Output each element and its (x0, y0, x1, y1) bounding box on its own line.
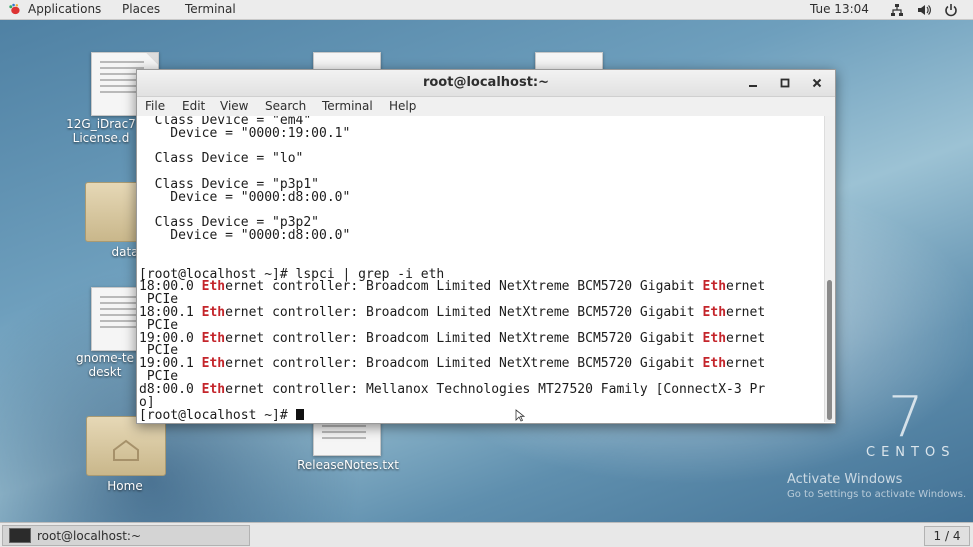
top-bar: Applications Places Terminal Tue 13:04 (0, 0, 973, 20)
folder-icon[interactable] (85, 182, 141, 242)
menu-view[interactable]: View (220, 99, 248, 113)
menu-terminal[interactable]: Terminal (322, 99, 373, 113)
activate-windows-title: Activate Windows (787, 472, 903, 487)
minimize-button[interactable] (745, 75, 761, 91)
menu-search[interactable]: Search (265, 99, 306, 113)
centos-logo-number: 7 (888, 385, 924, 450)
taskbar-terminal-item[interactable]: root@localhost:~ (2, 525, 250, 546)
desktop-icon-release-notes[interactable]: ReleaseNotes.txt (290, 458, 406, 472)
terminal-output[interactable]: Class Device = "em4" Device = "0000:19:0… (137, 116, 825, 422)
centos-logo-text: CENTOS (866, 445, 956, 460)
grep-match: Eth (702, 356, 727, 372)
menu-file[interactable]: File (145, 99, 165, 113)
menu-help[interactable]: Help (389, 99, 416, 113)
terminal-menubar: File Edit View Search Terminal Help (137, 97, 835, 116)
gnome-foot-icon (9, 3, 20, 14)
desktop-icon-license[interactable]: 12G_iDrac7 License.d (58, 117, 144, 145)
grep-match: Eth (201, 330, 226, 346)
clock[interactable]: Tue 13:04 (810, 2, 869, 16)
menu-edit[interactable]: Edit (182, 99, 205, 113)
home-folder-icon[interactable] (86, 416, 166, 476)
minimize-icon (749, 85, 757, 87)
desktop-icon-home[interactable]: Home (92, 479, 158, 493)
terminal-scrollbar[interactable] (824, 116, 835, 422)
grep-match: Eth (201, 356, 226, 372)
applications-menu[interactable]: Applications (8, 2, 101, 16)
desktop-icon-label: 12G_iDrac7 License.d (66, 117, 136, 145)
desktop-icon-label: ReleaseNotes.txt (297, 458, 399, 472)
workspace-pager[interactable]: 1 / 4 (924, 526, 970, 546)
terminal-icon (9, 528, 31, 543)
taskbar-item-label: root@localhost:~ (37, 528, 142, 543)
window-titlebar[interactable]: root@localhost:~ (137, 70, 835, 97)
applications-label: Applications (28, 2, 102, 16)
grep-match: Eth (201, 304, 226, 320)
terminal-text: Class Device = "em4" Device = "0000:19:0… (139, 116, 766, 422)
workspace-indicator: 1 / 4 (933, 529, 961, 543)
terminal-cursor (295, 409, 304, 421)
scrollbar-thumb[interactable] (827, 280, 832, 420)
maximize-icon (780, 78, 790, 88)
power-icon[interactable] (944, 2, 958, 17)
places-label: Places (122, 2, 161, 16)
activate-windows-subtitle: Go to Settings to activate Windows. (787, 489, 967, 500)
terminal-window[interactable]: root@localhost:~ File Edit View Search T… (136, 69, 836, 424)
grep-match: Eth (201, 381, 226, 397)
desktop-icon-gnome-terminal[interactable]: gnome-te deskt (72, 351, 138, 379)
volume-icon[interactable] (917, 2, 931, 17)
grep-match: Eth (201, 279, 226, 295)
desktop-icon-label: data (111, 245, 139, 259)
desktop-icon-label: gnome-te deskt (75, 351, 135, 379)
window-title: root@localhost:~ (422, 75, 550, 90)
bottom-taskbar: root@localhost:~ 1 / 4 (0, 522, 973, 547)
grep-match: Eth (702, 330, 727, 346)
close-button[interactable] (809, 75, 825, 91)
network-icon[interactable] (890, 2, 904, 17)
grep-match: Eth (702, 279, 727, 295)
grep-match: Eth (702, 304, 727, 320)
desktop-icon-label: Home (107, 479, 143, 493)
maximize-button[interactable] (777, 75, 793, 91)
close-icon (812, 78, 822, 88)
places-menu[interactable]: Places (122, 2, 160, 16)
terminal-label: Terminal (185, 2, 236, 16)
terminal-app-menu[interactable]: Terminal (185, 2, 236, 16)
mouse-pointer-icon (515, 409, 525, 422)
